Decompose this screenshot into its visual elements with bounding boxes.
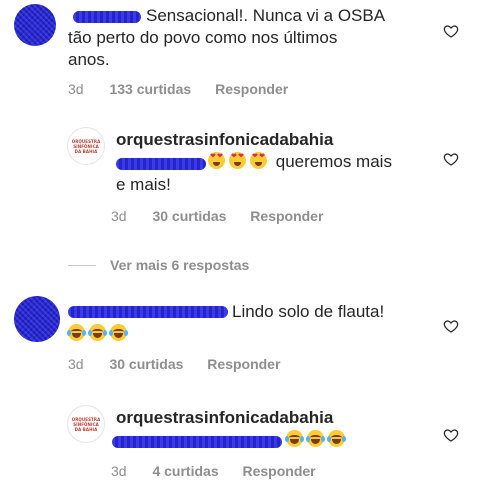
comment-2-username-redacted[interactable] xyxy=(68,306,228,318)
reply-2-meta: 3d 4 curtidas Responder xyxy=(111,463,336,479)
comment-2-text: Lindo solo de flauta! xyxy=(232,302,385,321)
reply-1-time: 3d xyxy=(111,208,127,224)
comment-2-likes[interactable]: 30 curtidas xyxy=(109,356,183,372)
logo-line-3: DA BAHIA xyxy=(74,148,98,154)
comment-1-text: Sensacional!. Nunca vi a OSBA xyxy=(146,6,385,26)
comment-2-reply-button[interactable]: Responder xyxy=(207,356,280,372)
view-more-label[interactable]: Ver mais 6 respostas xyxy=(110,257,249,273)
tears-of-joy-emoji-icon xyxy=(88,324,107,341)
reply-2-emojis xyxy=(285,430,349,450)
heart-eyes-emoji-icon xyxy=(229,152,246,169)
comment-1-text-line3: anos. xyxy=(68,50,110,69)
reply-1-text-line2: e mais! xyxy=(116,175,171,194)
reply-2-logo-avatar[interactable]: ORQUESTRA SINFÔNICA DA BAHIA xyxy=(67,405,105,443)
comment-1-likes[interactable]: 133 curtidas xyxy=(109,81,191,97)
comment-1-avatar[interactable] xyxy=(14,4,56,46)
view-more-replies-button[interactable]: Ver mais 6 respostas xyxy=(68,257,249,273)
reply-1-text: queremos mais xyxy=(208,152,392,172)
heart-eyes-emoji-icon xyxy=(208,152,225,169)
comment-1-like-heart-icon[interactable] xyxy=(443,23,459,39)
reply-1-mention-redacted[interactable] xyxy=(116,158,206,170)
comment-1-meta: 3d 133 curtidas Responder xyxy=(68,81,308,97)
reply-2-reply-button[interactable]: Responder xyxy=(243,463,316,479)
tears-of-joy-emoji-icon xyxy=(306,430,325,447)
comment-1-reply-button[interactable]: Responder xyxy=(215,81,288,97)
comment-2-avatar[interactable] xyxy=(14,296,60,342)
comment-2-emojis xyxy=(67,324,131,344)
comment-2-like-heart-icon[interactable] xyxy=(443,318,459,334)
reply-1-username[interactable]: orquestrasinfonicadabahia xyxy=(116,130,333,150)
comment-1-text-line1: Sensacional!. Nunca vi a OSBA xyxy=(146,6,386,25)
reply-2-like-heart-icon[interactable] xyxy=(443,427,459,443)
reply-1-likes[interactable]: 30 curtidas xyxy=(152,208,226,224)
reply-2-username[interactable]: orquestrasinfonicadabahia xyxy=(116,408,333,428)
comment-1-text-line2: tão perto do povo como nos últimos xyxy=(68,28,338,47)
reply-2-time: 3d xyxy=(111,463,127,479)
reply-1-text-line1: queremos mais xyxy=(275,152,392,171)
reply-1-reply-button[interactable]: Responder xyxy=(250,208,323,224)
comment-1-username-redacted[interactable] xyxy=(73,11,141,23)
comment-2-meta: 3d 30 curtidas Responder xyxy=(68,356,300,372)
comment-2-time: 3d xyxy=(68,356,84,372)
logo-line-3: DA BAHIA xyxy=(74,426,98,432)
reply-1-logo-avatar[interactable]: ORQUESTRA SINFÔNICA DA BAHIA xyxy=(67,127,105,165)
view-more-divider xyxy=(68,264,96,266)
tears-of-joy-emoji-icon xyxy=(285,430,304,447)
tears-of-joy-emoji-icon xyxy=(109,324,128,341)
reply-2-mention-redacted[interactable] xyxy=(112,436,282,448)
comment-1-time: 3d xyxy=(68,81,84,97)
reply-2-likes[interactable]: 4 curtidas xyxy=(152,463,218,479)
heart-eyes-emoji-icon xyxy=(250,152,267,169)
reply-1-like-heart-icon[interactable] xyxy=(443,151,459,167)
reply-1-meta: 3d 30 curtidas Responder xyxy=(111,208,343,224)
tears-of-joy-emoji-icon xyxy=(67,324,86,341)
tears-of-joy-emoji-icon xyxy=(327,430,346,447)
